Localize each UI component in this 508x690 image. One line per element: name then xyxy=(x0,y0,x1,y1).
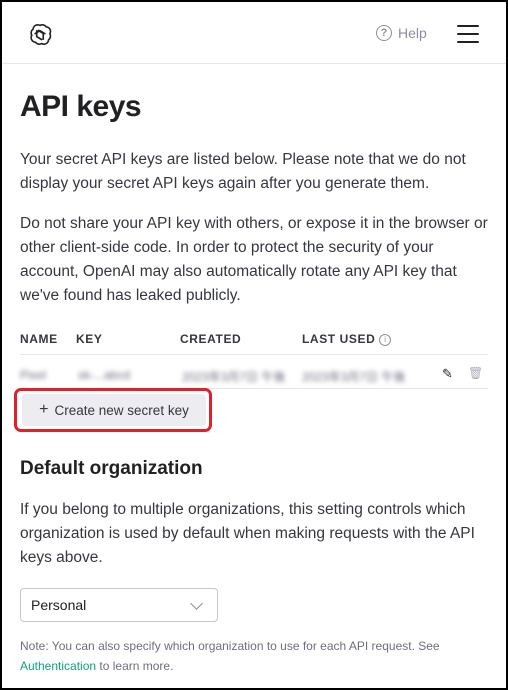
help-question-icon: ? xyxy=(376,25,392,41)
last-used-cell: 2023年3月7日 午後 xyxy=(302,370,406,384)
table-row: Pixel sk-...abcd 2023年3月7日 午後 2023年3月7日 … xyxy=(2,362,506,388)
create-button-label: Create new secret key xyxy=(54,402,189,418)
column-header-key: KEY xyxy=(76,332,103,346)
column-header-name: NAME xyxy=(20,332,58,346)
help-link[interactable]: ? Help xyxy=(376,25,427,41)
top-navigation-bar: ? Help xyxy=(2,2,506,64)
chevron-down-icon xyxy=(190,596,203,610)
column-header-last-used: LAST USED i xyxy=(302,332,392,346)
help-label: Help xyxy=(398,25,427,41)
created-cell: 2023年3月7日 午後 xyxy=(182,370,286,384)
create-new-secret-key-button[interactable]: + Create new secret key xyxy=(22,394,206,426)
default-organization-description: If you belong to multiple organizations,… xyxy=(20,501,475,566)
plus-icon: + xyxy=(39,401,49,418)
organization-note: Note: You can also specify which organiz… xyxy=(20,639,440,673)
table-divider xyxy=(20,354,488,355)
info-icon[interactable]: i xyxy=(379,333,392,346)
intro-text: Your secret API keys are listed below. P… xyxy=(20,151,466,192)
organization-select[interactable]: Personal xyxy=(20,588,218,622)
authentication-link[interactable]: Authentication xyxy=(20,659,96,673)
edit-pencil-icon[interactable]: ✎ xyxy=(442,366,453,382)
openai-logo-icon[interactable] xyxy=(27,22,53,48)
default-organization-heading: Default organization xyxy=(20,458,203,479)
organization-select-value: Personal xyxy=(31,597,87,613)
hamburger-menu-icon[interactable] xyxy=(457,25,479,43)
key-name-cell: Pixel xyxy=(20,368,47,382)
delete-trash-icon[interactable]: 🗑 xyxy=(468,366,483,380)
column-header-created: CREATED xyxy=(180,332,242,346)
page-frame: ? Help API keys Your secret API keys are… xyxy=(2,2,506,688)
key-value-cell: sk-...abcd xyxy=(78,368,131,382)
page-title: API keys xyxy=(20,90,142,123)
security-warning-text: Do not share your API key with others, o… xyxy=(20,215,488,304)
